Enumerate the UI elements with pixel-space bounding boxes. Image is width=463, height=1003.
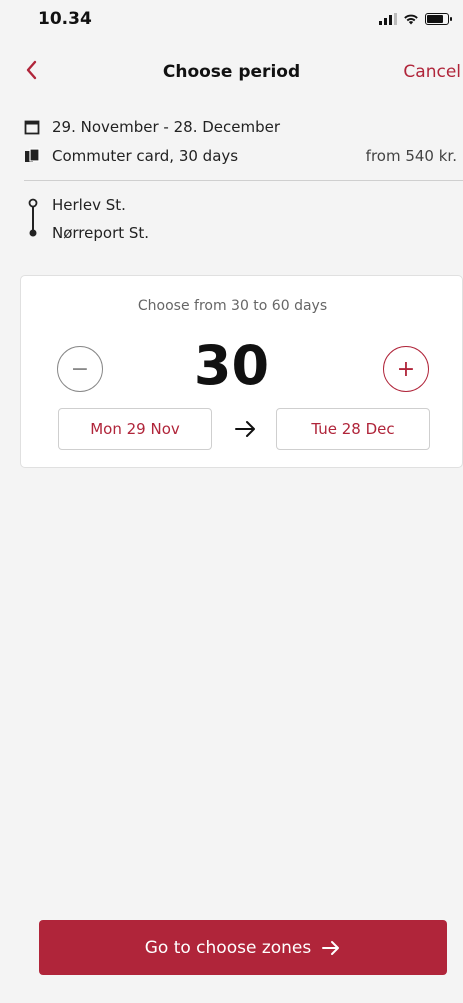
cards-icon (25, 148, 40, 162)
cellular-signal-icon (379, 13, 397, 25)
arrow-right-icon (235, 421, 255, 437)
divider (24, 180, 463, 181)
end-date-button[interactable]: Tue 28 Dec (276, 408, 430, 450)
route-summary: Herlev St. Nørreport St. (24, 194, 424, 254)
increase-days-button[interactable]: + (383, 346, 429, 392)
calendar-icon (24, 120, 40, 135)
status-icons (379, 12, 452, 26)
days-count: 30 (193, 334, 270, 397)
nav-bar: Choose period Cancel (0, 52, 463, 92)
route-line-icon (28, 198, 38, 237)
price-text: from 540 kr. (365, 147, 457, 165)
arrow-right-icon (322, 940, 340, 955)
period-summary: 29. November - 28. December (24, 115, 457, 139)
origin-stop: Herlev St. (52, 196, 126, 214)
cancel-button[interactable]: Cancel (403, 62, 461, 82)
battery-icon (425, 13, 452, 25)
page-title: Choose period (162, 62, 301, 82)
start-date-button[interactable]: Mon 29 Nov (58, 408, 212, 450)
battery-level (427, 15, 444, 23)
destination-stop: Nørreport St. (52, 224, 150, 242)
product-text: Commuter card, 30 days (52, 147, 239, 165)
status-bar: 10.34 (0, 0, 463, 40)
days-range-hint: Choose from 30 to 60 days (137, 298, 328, 314)
period-text: 29. November - 28. December (52, 118, 281, 136)
status-time: 10.34 (38, 9, 92, 29)
wifi-icon (404, 14, 418, 25)
product-summary: Commuter card, 30 days from 540 kr. (24, 144, 457, 168)
primary-button-label: Go to choose zones (144, 937, 312, 958)
go-to-choose-zones-button[interactable]: Go to choose zones (39, 920, 447, 975)
period-picker-card: Choose from 30 to 60 days − 30 + Mon 29 … (20, 275, 463, 468)
